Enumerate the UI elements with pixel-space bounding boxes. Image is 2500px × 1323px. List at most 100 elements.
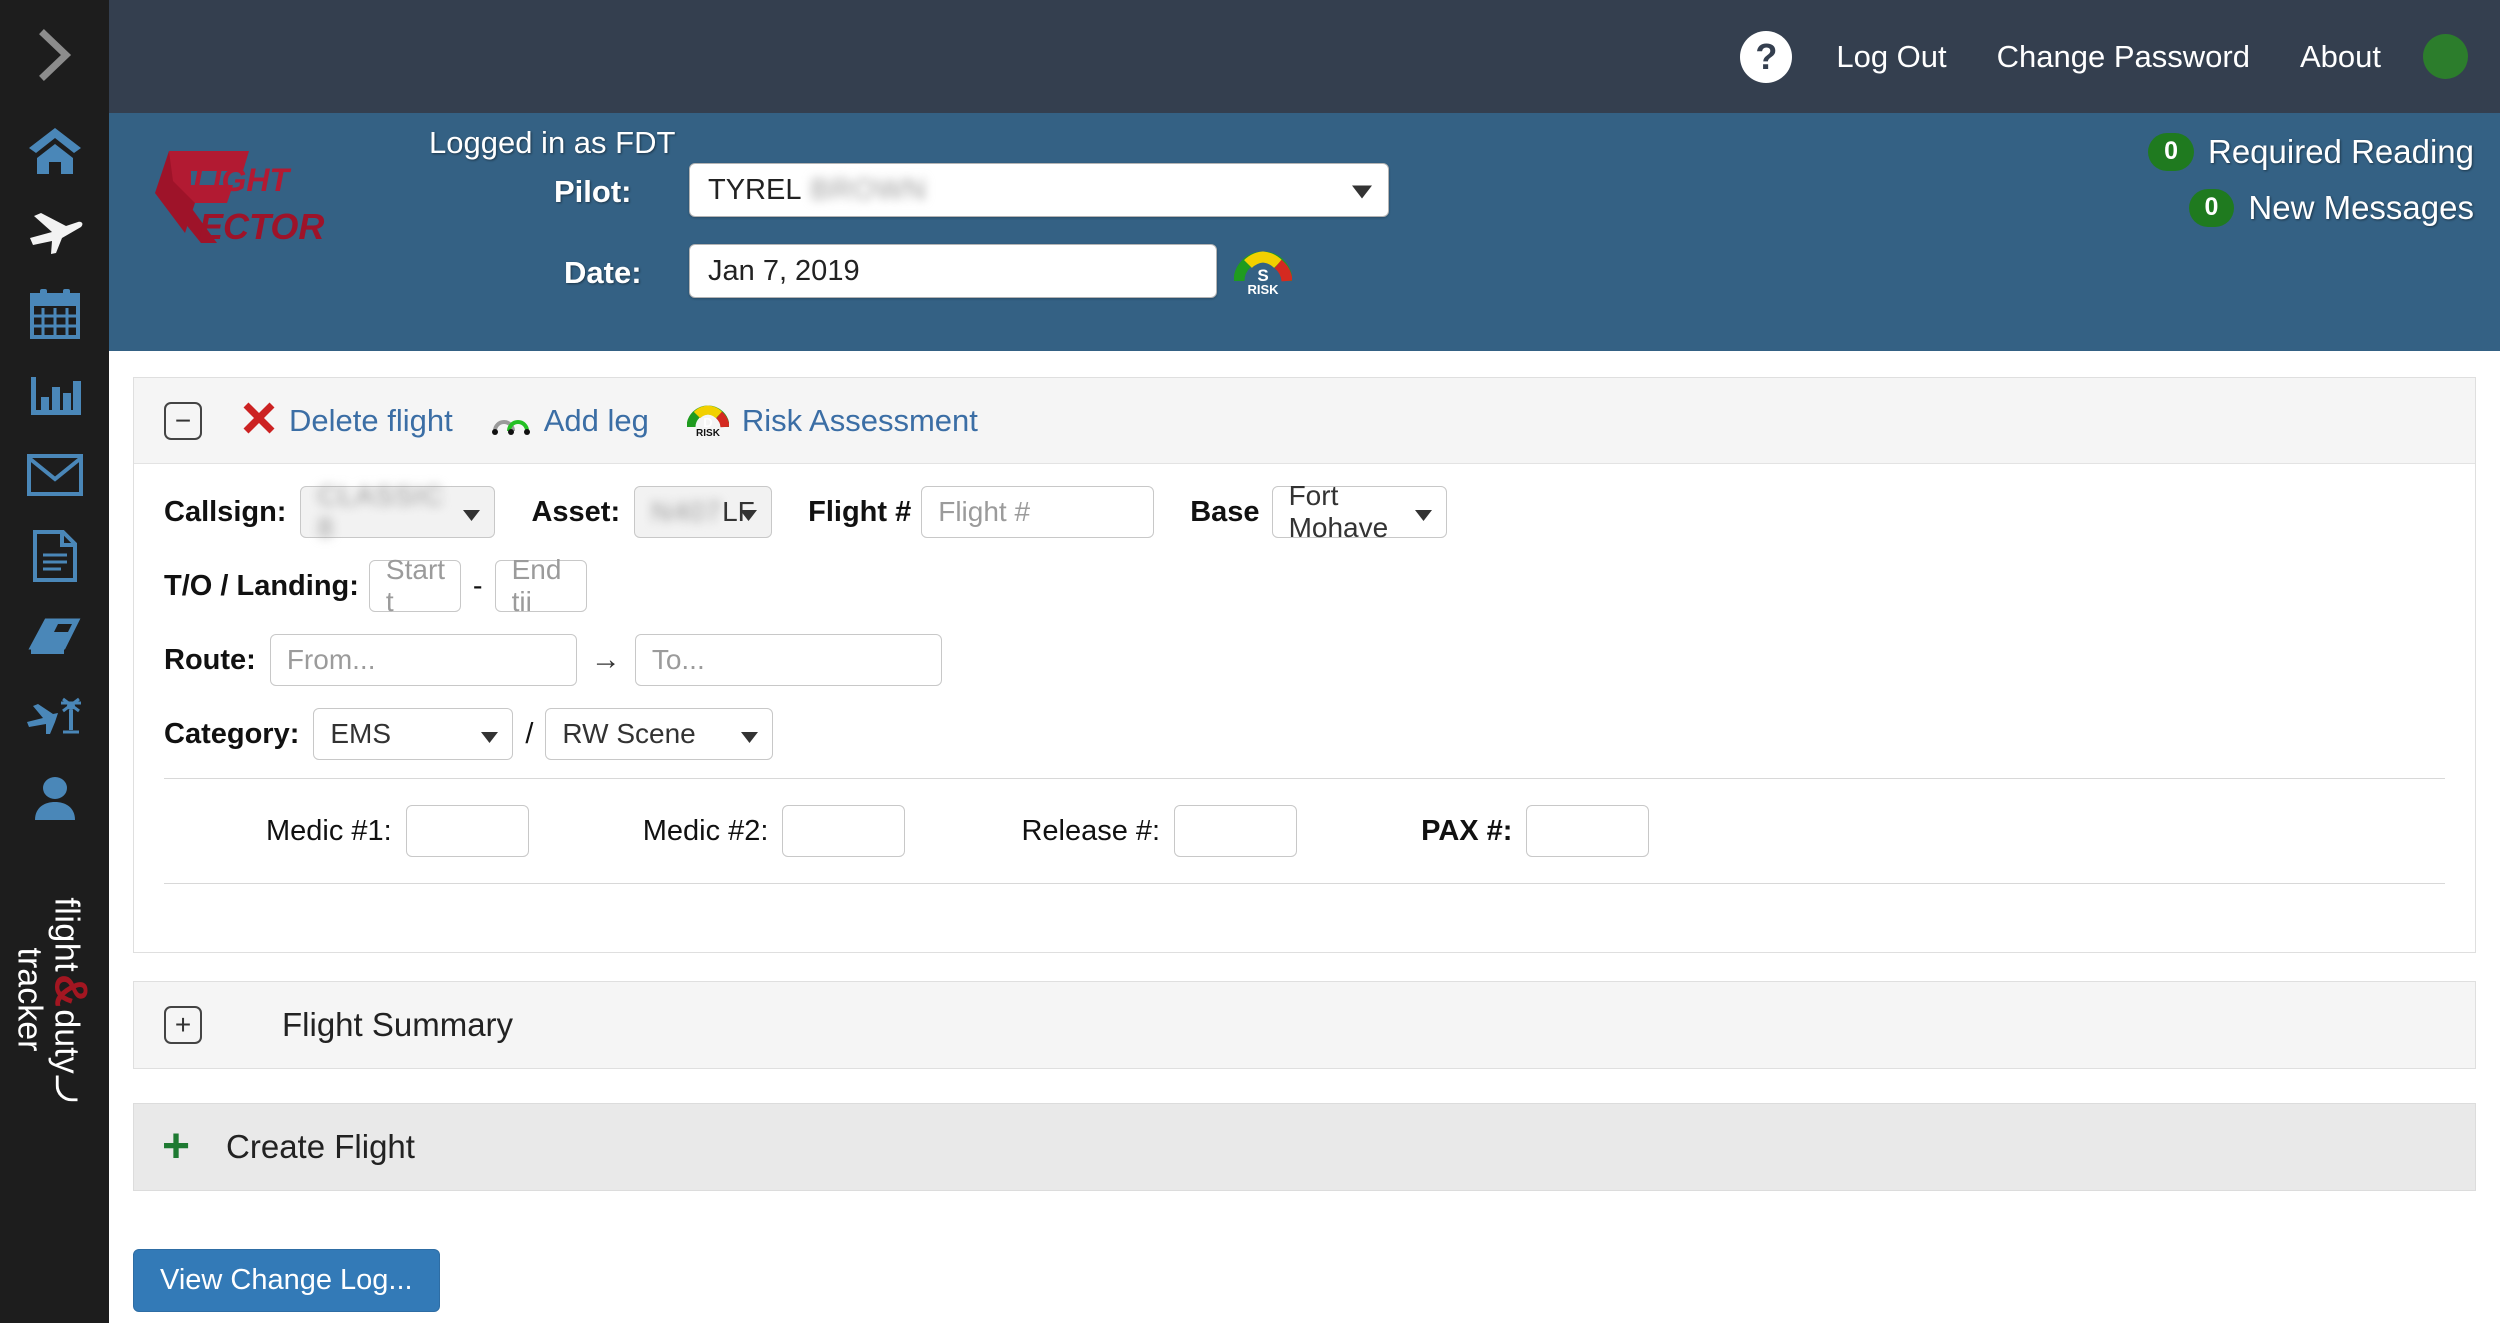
plus-box-icon[interactable]: + <box>164 1006 202 1044</box>
chevron-down-icon <box>740 496 758 528</box>
sidebar-item-logbook[interactable] <box>0 596 109 677</box>
required-reading-link[interactable]: 0 Required Reading <box>2148 133 2474 171</box>
flight-number-label: Flight # <box>808 495 912 528</box>
red-x-icon <box>242 401 276 440</box>
medic2-input[interactable] <box>782 805 906 857</box>
home-icon <box>27 126 83 176</box>
chevron-down-icon <box>1352 174 1372 207</box>
create-flight-panel[interactable]: + Create Flight <box>133 1103 2476 1191</box>
svg-text:LIGHT: LIGHT <box>193 162 291 198</box>
route-from-input[interactable]: From... <box>269 634 577 686</box>
plus-icon: + <box>162 1120 191 1173</box>
pilot-label: Pilot: <box>554 174 632 209</box>
pilot-selected-value: TYREL <box>708 173 802 206</box>
add-leg-label: Add leg <box>543 402 649 438</box>
sidebar-item-flights[interactable] <box>0 191 109 272</box>
risk-assessment-label: Risk Assessment <box>741 402 978 438</box>
sidebar-item-fleet[interactable] <box>0 677 109 758</box>
category-separator: / <box>525 717 534 750</box>
sidebar-brand-logo: flight & duty tracker <box>0 865 109 1115</box>
base-value: Fort Mohave <box>1288 480 1389 543</box>
date-input[interactable]: Jan 7, 2019 <box>689 244 1217 298</box>
flight-summary-title: Flight Summary <box>282 1006 514 1043</box>
start-time-input[interactable]: Start t <box>368 554 461 617</box>
sidebar-item-messages[interactable] <box>0 434 109 515</box>
sidebar-item-calendar[interactable] <box>0 272 109 353</box>
flight-panel-toolbar: − Delete flight Add leg D RISK Risk Asse… <box>134 378 2475 464</box>
takeoff-landing-row: T/O / Landing: Start t - End tii <box>134 554 2475 617</box>
flight-leg-panel: − Delete flight Add leg D RISK Risk Asse… <box>133 377 2476 953</box>
asset-label: Asset: <box>531 495 621 528</box>
form-divider-bottom <box>164 883 2445 884</box>
sidebar-item-home[interactable] <box>0 110 109 191</box>
medic1-input[interactable] <box>405 805 529 857</box>
brand-ampersand: & <box>46 974 99 1008</box>
crew-row: Medic #1: Medic #2: Release #: PAX #: <box>134 805 2475 857</box>
category-type-select[interactable]: EMS <box>313 708 514 760</box>
logged-in-status: Logged in as FDT <box>429 125 676 160</box>
risk-gauge-icon[interactable]: S RISK <box>1233 241 1293 302</box>
change-password-link[interactable]: Change Password <box>1997 39 2250 75</box>
view-change-log-button[interactable]: View Change Log... <box>133 1249 440 1312</box>
chevron-down-icon <box>1414 496 1432 528</box>
svg-text:RISK: RISK <box>1247 282 1279 297</box>
identity-row: Callsign: CLASSIC 8 Asset: N407 LF Fligh… <box>134 480 2475 543</box>
risk-gauge-icon: D RISK <box>686 398 730 443</box>
chevron-right-icon <box>32 24 78 86</box>
asset-select[interactable]: N407 LF <box>634 486 773 538</box>
sidebar-item-documents[interactable] <box>0 515 109 596</box>
about-link[interactable]: About <box>2300 39 2381 75</box>
flight-summary-panel[interactable]: + Flight Summary <box>133 981 2476 1069</box>
page-header: LIGHT ECTOR Logged in as FDT Pilot: TYRE… <box>109 113 2500 351</box>
pax-number-input[interactable] <box>1526 805 1650 857</box>
date-label: Date: <box>564 255 642 290</box>
flight-form: Callsign: CLASSIC 8 Asset: N407 LF Fligh… <box>134 464 2475 884</box>
svg-text:RISK: RISK <box>696 428 721 438</box>
category-row: Category: EMS / RW Scene <box>134 708 2475 760</box>
chevron-down-icon <box>481 718 499 750</box>
end-time-input[interactable]: End tii <box>494 554 587 617</box>
category-subtype-select[interactable]: RW Scene <box>545 708 774 760</box>
help-button[interactable]: ? <box>1740 30 1793 83</box>
pilot-select[interactable]: TYREL BROWN <box>689 163 1389 217</box>
flight-number-placeholder: Flight # <box>938 496 1031 527</box>
pax-number-label: PAX #: <box>1421 814 1513 847</box>
route-to-input[interactable]: To... <box>634 634 942 686</box>
status-indicator-dot[interactable] <box>2423 34 2468 79</box>
minus-box-icon[interactable]: − <box>164 401 202 440</box>
sidebar-toggle-button[interactable] <box>0 0 109 110</box>
question-mark-icon: ? <box>1755 35 1778 77</box>
callsign-value: CLASSIC 8 <box>317 480 445 543</box>
route-label: Route: <box>164 643 256 676</box>
date-value: Jan 7, 2019 <box>708 254 860 287</box>
chevron-down-icon <box>741 718 759 750</box>
brand-word-duty: duty <box>48 1009 87 1074</box>
route-from-placeholder: From... <box>286 644 376 675</box>
delete-flight-label: Delete flight <box>289 402 453 438</box>
sidebar-item-profile[interactable] <box>0 758 109 839</box>
new-messages-count: 0 <box>2188 189 2235 227</box>
flight-number-input[interactable]: Flight # <box>921 486 1155 538</box>
brand-underline-arc <box>56 1075 79 1102</box>
new-messages-label: New Messages <box>2248 189 2474 226</box>
end-time-placeholder: End tii <box>511 554 562 617</box>
base-select[interactable]: Fort Mohave <box>1271 480 1447 543</box>
envelope-icon <box>26 453 84 497</box>
callsign-select[interactable]: CLASSIC 8 <box>300 480 496 543</box>
new-messages-link[interactable]: 0 New Messages <box>2188 189 2474 227</box>
delete-flight-button[interactable]: Delete flight <box>242 401 453 440</box>
person-icon <box>31 775 79 823</box>
risk-assessment-button[interactable]: D RISK Risk Assessment <box>686 398 978 443</box>
add-leg-button[interactable]: Add leg <box>491 401 649 440</box>
release-number-label: Release #: <box>1021 814 1161 847</box>
required-reading-label: Required Reading <box>2207 133 2474 170</box>
release-number-input[interactable] <box>1174 805 1298 857</box>
svg-text:ECTOR: ECTOR <box>199 206 324 247</box>
flight-vector-logo: LIGHT ECTOR <box>151 141 381 253</box>
add-leg-arc-icon <box>491 401 531 440</box>
sidebar-item-reports[interactable] <box>0 353 109 434</box>
required-reading-count: 0 <box>2148 133 2194 171</box>
logout-link[interactable]: Log Out <box>1836 39 1946 75</box>
route-to-placeholder: To... <box>651 644 705 675</box>
book-icon <box>27 614 82 660</box>
